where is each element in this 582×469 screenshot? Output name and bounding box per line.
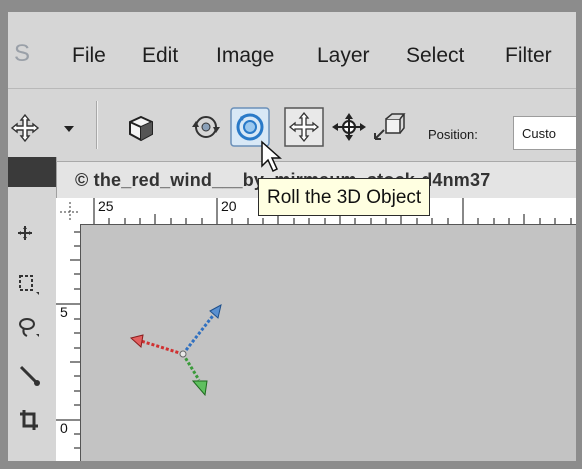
dropdown-arrow-icon[interactable]: [64, 126, 74, 132]
tools-panel-header[interactable]: [8, 157, 56, 187]
menu-layer[interactable]: Layer: [317, 44, 370, 68]
toolbar-separator: [96, 101, 97, 149]
3d-rotate-icon[interactable]: [188, 111, 224, 143]
document-canvas[interactable]: [81, 225, 576, 461]
menu-select[interactable]: Select: [406, 44, 464, 68]
screenshot-frame: S File Edit Image Layer Select Filter Po…: [0, 0, 582, 469]
position-select[interactable]: Custo: [513, 116, 576, 150]
crop-tool-icon[interactable]: [18, 408, 40, 434]
move-tool-icon[interactable]: [10, 113, 40, 143]
mouse-pointer-icon: [260, 140, 282, 179]
axis-center-handle[interactable]: [179, 350, 187, 358]
marquee-tool-icon[interactable]: [18, 274, 40, 296]
move-tool-small-icon[interactable]: [18, 226, 32, 240]
3d-slide-icon[interactable]: [330, 111, 368, 143]
x-axis-arrow-icon[interactable]: [129, 334, 144, 348]
photoshop-window: S File Edit Image Layer Select Filter Po…: [8, 12, 576, 461]
menu-bar: S File Edit Image Layer Select Filter: [8, 12, 576, 89]
tooltip: Roll the 3D Object: [258, 178, 431, 216]
ruler-label-0: 0: [60, 420, 68, 436]
3d-axis-widget[interactable]: [81, 225, 576, 461]
menu-edit[interactable]: Edit: [142, 44, 178, 68]
menu-filter[interactable]: Filter: [505, 44, 552, 68]
ruler-origin[interactable]: [56, 198, 81, 225]
ruler-label-5: 5: [60, 304, 68, 320]
3d-object-icon[interactable]: [126, 113, 156, 143]
3d-pan-icon[interactable]: [284, 107, 324, 147]
position-label: Position:: [428, 127, 478, 142]
options-bar: Position: Custo: [8, 89, 576, 162]
app-logo: S: [14, 40, 31, 67]
3d-scale-icon[interactable]: [372, 111, 406, 143]
quick-selection-tool-icon[interactable]: [18, 364, 42, 388]
menu-image[interactable]: Image: [216, 44, 274, 68]
menu-file[interactable]: File: [72, 44, 106, 68]
ruler-label-25: 25: [98, 198, 114, 214]
y-axis-arrow-icon[interactable]: [191, 380, 208, 397]
ruler-label-20: 20: [221, 198, 237, 214]
vertical-ruler[interactable]: 5 0: [56, 224, 81, 461]
lasso-tool-icon[interactable]: [18, 316, 40, 338]
